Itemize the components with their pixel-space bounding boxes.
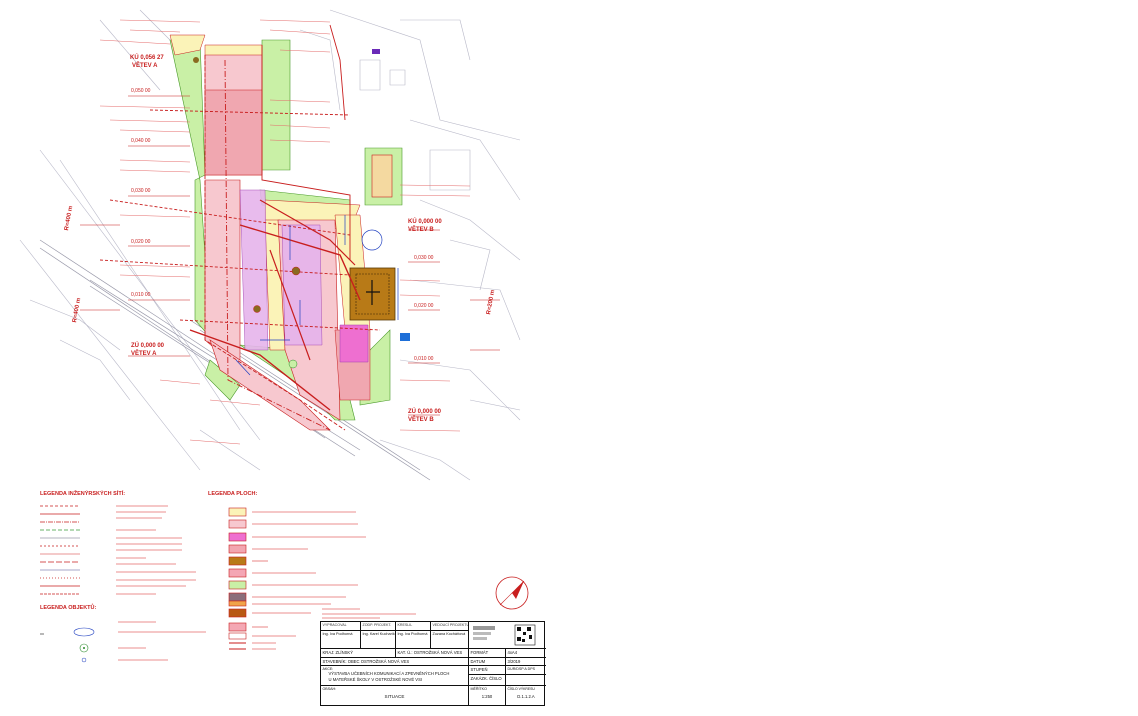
legend-object-symbols — [40, 621, 206, 663]
tb-zakazka-value — [506, 675, 546, 686]
legend-areas-title: LEGENDA PLOCH: — [208, 491, 258, 497]
legend-swatch-10 — [228, 608, 247, 618]
tb-vypracoval-label: VYPRACOVAL — [321, 622, 361, 631]
purple-marker — [372, 49, 380, 54]
tb-meritko-value: 1:250 — [481, 694, 493, 699]
tb-zodp-value: Ing. Karel Kucharík — [361, 631, 396, 649]
magenta-areas — [339, 324, 369, 363]
legend-swatch-3 — [228, 532, 247, 542]
legend-swatch-5 — [228, 556, 247, 566]
legend-swatch-7 — [228, 580, 247, 590]
label-zu-a: ZÚ 0,000 00 — [131, 343, 165, 349]
tb-format-label: FORMÁT — [469, 649, 506, 658]
tb-zodp-label: ZODP. PROJEKT. — [361, 622, 396, 631]
legend-swatch-8 — [228, 592, 247, 602]
tb-cislo-value: D.1.1.2.A — [517, 694, 535, 699]
legend-swatch-11 — [228, 622, 247, 632]
legend-network-lines — [40, 505, 196, 595]
tb-datum-value: 3/2019 — [506, 658, 546, 666]
company-logo-box — [469, 622, 546, 649]
north-arrow-icon — [495, 576, 529, 610]
label-station-b010: 0,010 00 — [414, 356, 434, 362]
legend-networks-title: LEGENDA INŽENÝRSKÝCH SÍTÍ: — [40, 491, 126, 497]
legend-swatch-12 — [228, 632, 247, 640]
tb-kraj: KRAJ: ZLÍNSKÝ — [321, 649, 396, 658]
tb-obsah-label: OBSAH: — [322, 687, 337, 691]
tb-meritko-label: MĚŘÍTKO — [470, 687, 487, 691]
label-vetev-b: VĚTEV B — [408, 227, 434, 233]
tb-vedouci-label: VEDOUCÍ PROJEKTU — [431, 622, 469, 631]
legend-swatch-9 — [228, 600, 247, 607]
label-station-040: 0,040 00 — [131, 138, 151, 144]
tb-datum-label: DATUM — [469, 658, 506, 666]
label-zu-b: ZÚ 0,000 00 — [408, 409, 442, 415]
tb-stupen-label: STUPEŇ — [469, 666, 506, 675]
label-ku-b: KÚ 0,000 00 — [408, 219, 442, 225]
label-station-b030: 0,030 00 — [414, 255, 434, 261]
tb-investor: STAVEBNÍK: OBEC OSTROŽSKÁ NOVÁ VES — [321, 658, 469, 666]
legend-swatch-4 — [228, 544, 247, 554]
tb-ku: KAT. Ú.: OSTROŽSKÁ NOVÁ VES — [396, 649, 469, 658]
tb-stupen-value: DUR/DSP A DPS — [506, 666, 546, 675]
site-plan — [19, 9, 521, 481]
tb-akce-value-1: VÝSTAVBA UČEBNÍCH KOMUNIKACÍ A ZPEVNĚNÝC… — [328, 671, 450, 677]
tb-kreslil-label: KRESLIL — [396, 622, 431, 631]
tb-vypracoval-value: Ing. Iva Podhorná — [321, 631, 361, 649]
label-ku-vetev-a: KÚ 0,056 27 — [130, 55, 164, 61]
tb-meritko: MĚŘÍTKO 1:250 — [469, 686, 506, 706]
tb-obsah-value: SITUACE — [384, 694, 405, 699]
tb-kreslil-value: Ing. Iva Podhorná — [396, 631, 431, 649]
label-station-020: 0,020 00 — [131, 239, 151, 245]
tb-cislo: ČÍSLO VÝKRESU D.1.1.2.A — [506, 686, 546, 706]
title-block: VYPRACOVAL ZODP. PROJEKT. KRESLIL VEDOUC… — [320, 621, 546, 706]
label-station-b020: 0,020 00 — [414, 303, 434, 309]
label-station-010: 0,010 00 — [131, 292, 151, 298]
legend-objects-title: LEGENDA OBJEKTŮ: — [40, 605, 97, 611]
drawing-sheet: KÚ 0,056 27 VĚTEV A 0,050 00 0,040 00 0,… — [0, 0, 1138, 716]
company-logo-icon — [472, 624, 535, 646]
label-station-050: 0,050 00 — [131, 88, 151, 94]
label-vetev-a: VĚTEV A — [132, 63, 158, 69]
label-station-030: 0,030 00 — [131, 188, 151, 194]
tb-format-value: 4xA4 — [506, 649, 546, 658]
legend-swatch-2 — [228, 519, 247, 529]
parking-sign — [400, 333, 410, 341]
tb-zakazka-label: ZAKÁZK. ČÍSLO — [469, 675, 506, 686]
tb-vedouci-value: Zuzana Kocháňová — [431, 631, 469, 649]
legend-swatch-1 — [228, 507, 247, 517]
legend-swatch-6 — [228, 568, 247, 578]
sandpit — [371, 154, 393, 198]
tb-akce: AKCE: VÝSTAVBA UČEBNÍCH KOMUNIKACÍ A ZPE… — [321, 666, 469, 686]
label-zu-vetev-b: VĚTEV B — [408, 417, 434, 423]
tb-akce-value-2: U MATEŘSKÉ ŠKOLY V OSTROŽSKÉ NOVÉ VSI — [328, 676, 423, 682]
titleblock-annotation — [322, 608, 416, 619]
tb-cislo-label: ČÍSLO VÝKRESU — [507, 687, 535, 691]
tb-obsah: OBSAH: SITUACE — [321, 686, 469, 706]
label-zu-vetev-a: VĚTEV A — [131, 351, 157, 357]
